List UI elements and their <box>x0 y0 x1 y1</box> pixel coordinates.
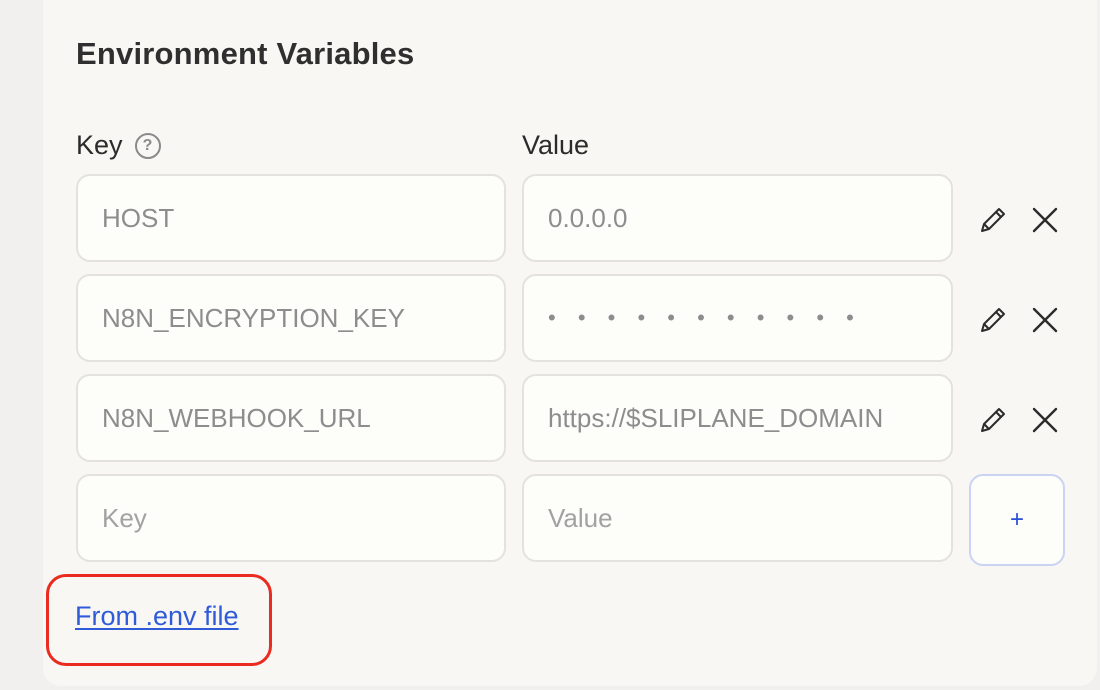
env-key-field[interactable]: N8N_ENCRYPTION_KEY <box>76 274 506 362</box>
pencil-icon[interactable] <box>975 202 1011 238</box>
pencil-icon[interactable] <box>975 302 1011 338</box>
key-column-header: Key ? <box>76 130 161 161</box>
close-icon[interactable] <box>1027 402 1063 438</box>
key-column-label: Key <box>76 130 123 160</box>
help-icon[interactable]: ? <box>134 132 161 159</box>
new-key-input[interactable]: Key <box>76 474 506 562</box>
close-icon[interactable] <box>1027 302 1063 338</box>
pencil-icon[interactable] <box>975 402 1011 438</box>
close-icon[interactable] <box>1027 202 1063 238</box>
new-value-input[interactable]: Value <box>522 474 953 562</box>
add-variable-button[interactable]: + <box>969 474 1065 566</box>
env-value-field[interactable]: 0.0.0.0 <box>522 174 953 262</box>
value-column-label: Value <box>522 130 590 160</box>
from-env-file-link[interactable]: From .env file <box>75 601 239 632</box>
env-value-field[interactable]: https://$SLIPLANE_DOMAIN <box>522 374 953 462</box>
section-title: Environment Variables <box>76 36 415 71</box>
env-key-field[interactable]: HOST <box>76 174 506 262</box>
env-key-field[interactable]: N8N_WEBHOOK_URL <box>76 374 506 462</box>
env-value-field-masked[interactable]: • • • • • • • • • • • <box>522 274 953 362</box>
